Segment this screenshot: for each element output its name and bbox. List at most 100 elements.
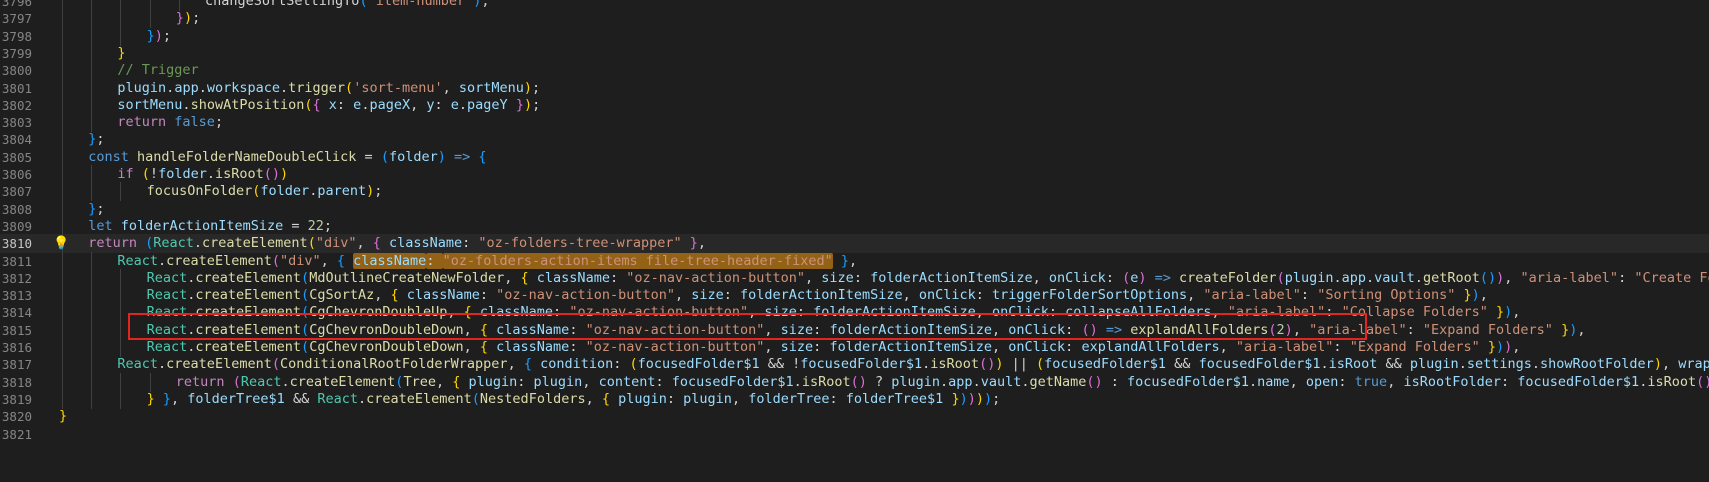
code-line[interactable]: 3800 // Trigger (0, 61, 1709, 81)
code-token: ; (162, 27, 172, 44)
code-line[interactable]: 3806 if (!folder.isRoot()) (0, 165, 1709, 184)
code-token: React (146, 287, 188, 304)
code-line[interactable]: 3807 focusOnFolder(folder.parent); (0, 182, 1709, 202)
code-line[interactable]: 3798}); (0, 26, 1709, 46)
code-line[interactable]: 3811 React.createElement("div", { classNa… (0, 251, 1709, 271)
code-token: : (813, 339, 830, 355)
code-token: size (780, 321, 814, 338)
code-line[interactable]: 3809 let folderActionItemSize = 22; (0, 216, 1709, 236)
code-token: ; (192, 10, 201, 27)
code-token: ) (183, 10, 193, 27)
code-line[interactable]: 3801 plugin.app.workspace.trigger('sort-m… (0, 78, 1709, 98)
indent-guide (62, 95, 63, 115)
code-token: getRoot (1422, 269, 1480, 286)
code-line[interactable]: 3813 React.createElement(CgSortAz, { clas… (0, 286, 1709, 306)
code-line[interactable]: 3819} }, folderTree$1 && React.createEle… (0, 389, 1709, 409)
code-text: React.createElement("div", { className: … (117, 252, 857, 271)
code-line[interactable]: 3821 (0, 425, 1709, 444)
code-line[interactable]: 3815 React.createElement(CgChevronDoubleD… (0, 320, 1709, 340)
code-token: : (666, 390, 684, 407)
code-token: , (435, 373, 453, 390)
code-token: "Sorting Options" (1317, 287, 1456, 304)
code-line[interactable]: 3816 React.createElement(CgChevronDoubleD… (0, 338, 1709, 357)
code-token: folder (388, 148, 438, 165)
code-token: let (88, 217, 121, 234)
code-token: "oz-nav-action-button" (496, 287, 675, 304)
code-line[interactable]: 3802 sortMenu.showAtPosition({ x: e.pageX… (0, 95, 1709, 115)
code-token: . (458, 96, 468, 113)
code-text: React.createElement(ConditionalRootFolde… (117, 355, 1709, 374)
code-token: y (426, 96, 435, 113)
code-token: { (372, 235, 389, 252)
indent-guide (62, 113, 63, 133)
code-line[interactable]: 3817 React.createElement(ConditionalRootF… (0, 355, 1709, 375)
code-line[interactable]: 3814 React.createElement(CgChevronDoubleU… (0, 303, 1709, 323)
lightbulb-icon[interactable]: 💡 (53, 236, 69, 251)
code-token: ; (323, 217, 333, 234)
code-line[interactable]: 3805 const handleFolderNameDoubleClick = … (0, 147, 1709, 167)
code-token: } (146, 390, 155, 407)
indent-guide (62, 61, 63, 81)
code-token: focusedFolder$1 (1044, 356, 1167, 373)
code-token: isRoot (1647, 373, 1697, 390)
code-token: isRoot (801, 373, 851, 390)
code-line[interactable]: 3820} (0, 407, 1709, 426)
code-token: plugin (468, 373, 518, 390)
code-line[interactable]: 3799} (0, 43, 1709, 63)
indent-guide (91, 78, 93, 98)
code-token: size (780, 339, 814, 355)
code-token: { (479, 321, 497, 338)
code-token: 'item-number' (367, 0, 474, 9)
code-token: , (1479, 287, 1488, 304)
code-line[interactable]: 3804}; (0, 130, 1709, 150)
code-token: className (536, 269, 610, 286)
code-token: } (154, 390, 171, 407)
code-editor[interactable]: 3796 changeSortSettingTo('item-number'); 3… (0, 0, 1709, 482)
indent-guide (91, 43, 93, 63)
code-token: , (1661, 356, 1679, 373)
code-token: { (336, 252, 354, 269)
code-token: folder (260, 183, 310, 200)
code-token: , (1292, 321, 1310, 338)
code-token: , (1211, 304, 1228, 321)
indent-guide (91, 268, 93, 288)
code-line[interactable]: 3803 return false; (0, 113, 1709, 133)
code-token: : (723, 287, 741, 304)
code-token: : (1102, 373, 1128, 390)
indent-guide (62, 78, 63, 98)
code-token: folderActionItemSize (829, 321, 992, 338)
code-text: let folderActionItemSize = 22; (88, 217, 332, 236)
code-token: : (796, 304, 814, 321)
code-token: { (601, 390, 619, 407)
code-token: && ! (759, 356, 801, 373)
code-token: React (146, 269, 188, 286)
code-token: } (1487, 304, 1505, 321)
code-token: ; (992, 390, 1001, 407)
indent-guide (120, 9, 122, 29)
code-token: } (832, 252, 849, 269)
code-token: } (117, 44, 126, 61)
indent-guide (120, 320, 122, 340)
code-line[interactable]: 3810 return (React.createElement("div", {… (0, 234, 1709, 254)
code-token: ) (1496, 339, 1505, 355)
code-line[interactable]: 3808}; (0, 199, 1709, 219)
code-token: x (328, 96, 337, 113)
code-token: className (496, 321, 570, 338)
indent-guide (120, 303, 122, 323)
code-token: : (975, 287, 993, 304)
code-token: isRootFolder (1403, 373, 1501, 390)
indent-guide (120, 372, 122, 392)
code-token: folderActionItemSize (813, 304, 976, 321)
code-token: folder (158, 166, 207, 182)
code-token: : (1501, 373, 1518, 390)
code-line[interactable]: 3818 return (React.createElement(Tree, { … (0, 372, 1709, 392)
code-token: . (1248, 373, 1258, 390)
code-token: "div" (279, 252, 321, 269)
code-token: CgChevronDoubleDown (309, 339, 464, 355)
code-line[interactable]: 3812 React.createElement(MdOutlineCreateN… (0, 268, 1709, 288)
code-token: , (1512, 304, 1521, 321)
code-token: focusedFolder$1 (1127, 373, 1249, 390)
code-token: settings (1466, 356, 1532, 373)
code-token: React (117, 252, 159, 269)
code-line[interactable]: 3797}); (0, 9, 1709, 29)
